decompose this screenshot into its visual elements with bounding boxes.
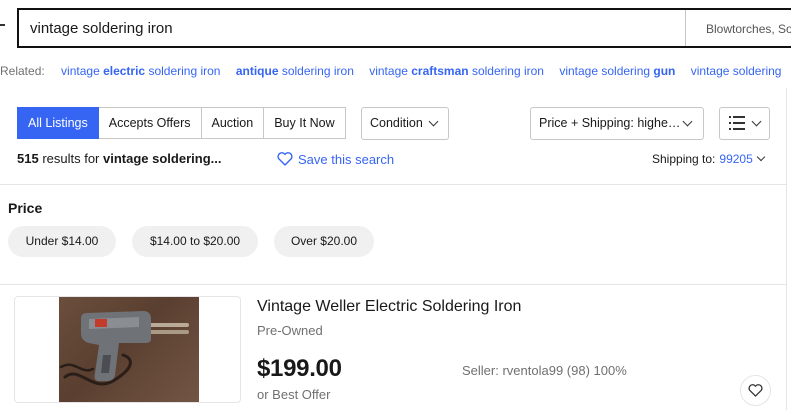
related-link-bold: gun (653, 64, 676, 78)
related-link-bold: electric (103, 64, 146, 78)
results-query: vintage soldering... (103, 151, 222, 166)
shipping-label: Shipping to: (652, 152, 716, 166)
results-count: 515 results for vintage soldering... (17, 151, 221, 166)
chevron-down-icon (751, 116, 762, 127)
related-link-electric[interactable]: vintage electric soldering iron (61, 64, 220, 78)
view-toggle-dropdown[interactable] (719, 107, 770, 140)
results-number: 515 (17, 151, 39, 166)
save-search-link[interactable]: Save this search (277, 151, 394, 167)
tab-auction[interactable]: Auction (201, 107, 265, 139)
heart-icon (748, 384, 763, 397)
price-filter-heading: Price (8, 200, 43, 216)
save-search-label: Save this search (298, 151, 395, 167)
item-condition: Pre-Owned (257, 323, 323, 338)
item-image-link[interactable] (14, 296, 241, 403)
related-link-text: vintage soldering (559, 64, 654, 78)
category-select[interactable]: Blowtorches, So (685, 10, 791, 46)
related-link-text: vintage soldering (690, 64, 782, 78)
page-border (786, 88, 787, 410)
related-link-text: soldering iron (468, 64, 544, 78)
related-link-bold: antique (235, 64, 279, 78)
item-price: $199.00 (257, 355, 342, 382)
tab-buy-it-now[interactable]: Buy It Now (264, 107, 346, 139)
related-label: Related: (0, 64, 45, 78)
item-title-link[interactable]: Vintage Weller Electric Soldering Iron (257, 298, 521, 316)
sort-dropdown[interactable]: Price + Shipping: highe… (530, 107, 704, 140)
tab-all-listings[interactable]: All Listings (17, 107, 99, 139)
shipping-zip-link[interactable]: 99205 (719, 152, 752, 166)
condition-dropdown[interactable]: Condition (361, 107, 449, 140)
back-caret-icon (0, 24, 5, 26)
heart-icon (277, 152, 293, 166)
search-bar: Blowtorches, So (17, 8, 791, 48)
divider (0, 284, 786, 285)
watch-button[interactable] (740, 375, 771, 406)
related-link-gun[interactable]: vintage soldering gun (559, 64, 675, 78)
related-link-text: soldering iron (278, 64, 354, 78)
item-seller-info: Seller: rventola99 (98) 100% (462, 363, 627, 378)
related-link-antique[interactable]: antique soldering iron (236, 64, 354, 78)
related-link-bold: craftsman (411, 64, 469, 78)
shipping-location: Shipping to: 99205 (652, 152, 766, 166)
list-view-icon (729, 116, 745, 130)
soldering-gun-image (59, 311, 189, 386)
results-text: results for (38, 151, 103, 166)
price-pill-middle[interactable]: $14.00 to $20.00 (132, 226, 258, 257)
price-pill-over[interactable]: Over $20.00 (274, 226, 374, 257)
divider (0, 184, 786, 185)
related-link-craftsman[interactable]: vintage craftsman soldering iron (369, 64, 544, 78)
item-best-offer: or Best Offer (257, 387, 331, 402)
item-thumbnail (59, 297, 199, 402)
chevron-down-icon (428, 116, 439, 127)
chevron-down-icon[interactable] (756, 152, 766, 162)
tab-accepts-offers[interactable]: Accepts Offers (98, 107, 202, 139)
chevron-down-icon (682, 116, 693, 127)
related-searches: Related: vintage electric soldering iron… (0, 64, 791, 80)
price-pill-under[interactable]: Under $14.00 (8, 226, 116, 257)
related-link-text: vintage (369, 64, 412, 78)
related-link-text: soldering iron (145, 64, 221, 78)
related-link-text: vintage (61, 64, 104, 78)
condition-label: Condition (370, 116, 423, 130)
sort-label: Price + Shipping: highe… (539, 116, 681, 130)
search-input[interactable] (19, 10, 685, 46)
listing-type-tabs: All Listings Accepts Offers Auction Buy … (17, 107, 346, 139)
related-link-more[interactable]: vintage soldering (691, 64, 782, 78)
